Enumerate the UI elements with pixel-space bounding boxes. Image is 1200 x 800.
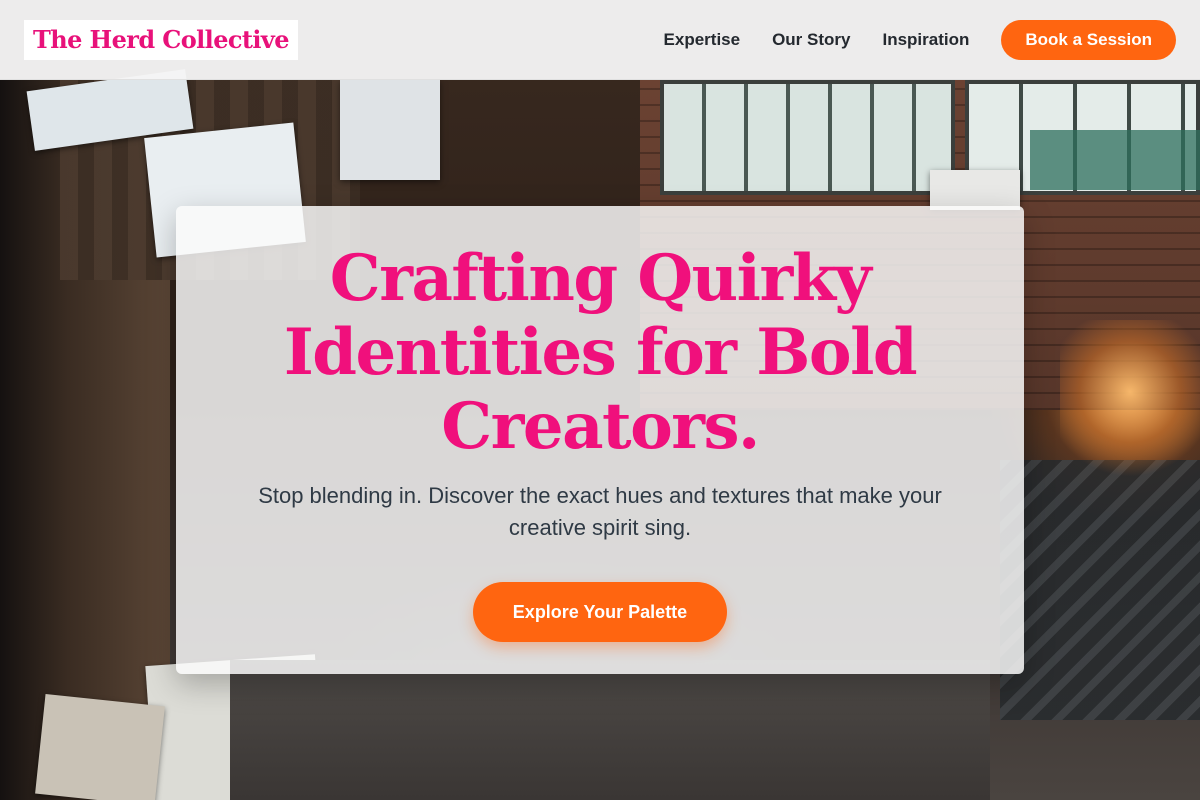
nav-link-inspiration[interactable]: Inspiration xyxy=(882,30,969,50)
hero-title: Crafting Quirky Identities for Bold Crea… xyxy=(283,241,918,464)
nav-link-expertise[interactable]: Expertise xyxy=(664,30,741,50)
book-session-button[interactable]: Book a Session xyxy=(1001,19,1176,60)
background-chandelier xyxy=(1060,320,1200,480)
explore-palette-button[interactable]: Explore Your Palette xyxy=(473,582,727,642)
hero-card: Crafting Quirky Identities for Bold Crea… xyxy=(176,206,1024,674)
nav-link-our-story[interactable]: Our Story xyxy=(772,30,850,50)
site-header: The Herd Collective Expertise Our Story … xyxy=(0,0,1200,80)
background-canvas xyxy=(340,80,440,180)
background-floor xyxy=(230,660,990,800)
hero-subtitle: Stop blending in. Discover the exact hue… xyxy=(258,483,942,540)
site-logo[interactable]: The Herd Collective xyxy=(24,19,298,60)
background-canvas-stack xyxy=(1000,460,1200,720)
background-canvas xyxy=(35,694,165,800)
background-canvas xyxy=(930,170,1020,210)
main-nav: Expertise Our Story Inspiration Book a S… xyxy=(664,19,1176,60)
background-window-left xyxy=(660,80,955,195)
background-window-tint xyxy=(1030,130,1200,190)
